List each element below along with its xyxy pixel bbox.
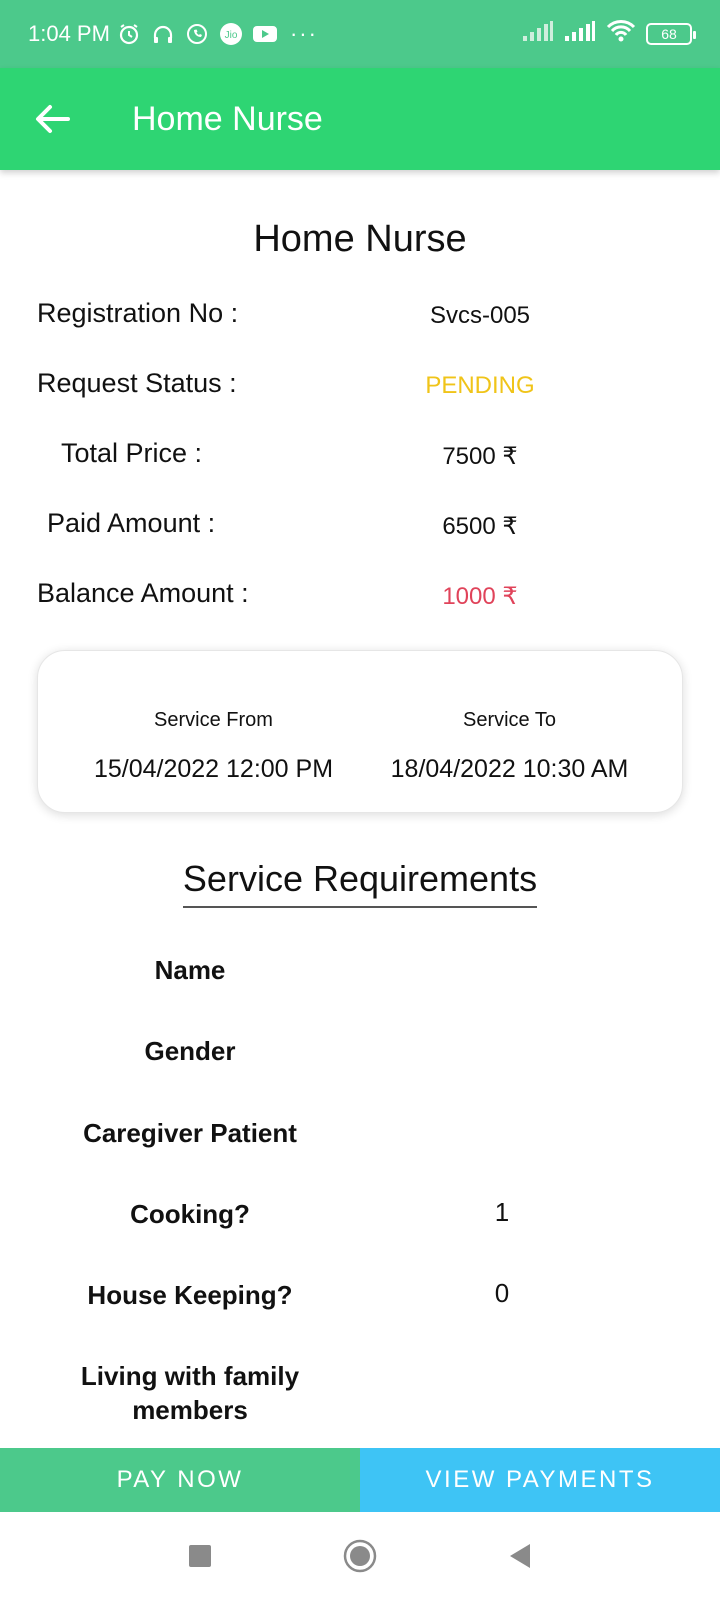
home-button[interactable] — [280, 1512, 440, 1600]
home-circle-icon — [343, 1539, 377, 1573]
balance-amount-value: 1000 ₹ — [442, 583, 518, 610]
service-from: Service From 15/04/2022 12:00 PM — [52, 651, 375, 814]
main-content[interactable]: Home Nurse Registration No : Svcs-005 Re… — [0, 170, 720, 1448]
alarm-icon — [116, 21, 142, 47]
battery-icon: 68 — [646, 23, 696, 45]
service-period-card: Service From 15/04/2022 12:00 PM Service… — [37, 650, 683, 813]
recents-square-icon — [189, 1545, 211, 1567]
whatsapp-icon — [184, 21, 210, 47]
requirement-label-gender: Gender — [144, 1036, 236, 1066]
arrow-left-icon — [36, 105, 70, 133]
back-triangle-icon — [510, 1544, 530, 1568]
paid-amount-label: Paid Amount : — [47, 508, 216, 538]
jio-icon: Jio — [218, 21, 244, 47]
status-system-icons: 68 — [522, 19, 696, 49]
status-bar: 1:04 PM Jio ··· 68 — [0, 0, 720, 68]
bottom-action-bar: PAY NOW VIEW PAYMENTS — [0, 1448, 720, 1512]
status-more-indicator: ··· — [289, 21, 318, 46]
service-to: Service To 18/04/2022 10:30 AM — [348, 651, 671, 814]
registration-label: Registration No : — [37, 298, 239, 328]
registration-value: Svcs-005 — [429, 302, 531, 329]
requirement-value-cooking: 1 — [494, 1197, 510, 1227]
request-status-label: Request Status : — [37, 368, 237, 398]
back-nav-button[interactable] — [440, 1512, 600, 1600]
wifi-icon — [606, 19, 636, 49]
service-to-label: Service To — [462, 709, 556, 731]
page-title: Home Nurse — [253, 218, 467, 260]
requirement-label-cooking: Cooking? — [130, 1199, 250, 1229]
pay-now-button[interactable]: PAY NOW — [0, 1448, 360, 1512]
status-time: 1:04 PM — [28, 21, 110, 46]
signal-icon-1 — [522, 20, 554, 48]
request-status-value: PENDING — [425, 372, 535, 399]
signal-icon-2 — [564, 20, 596, 48]
back-button[interactable] — [22, 89, 82, 149]
service-from-value: 15/04/2022 12:00 PM — [93, 755, 334, 783]
app-bar-title: Home Nurse — [132, 99, 323, 138]
requirement-value-house-keeping: 0 — [494, 1278, 510, 1308]
requirement-label-living-with-family: Living with family members — [80, 1361, 300, 1425]
total-price-value: 7500 ₹ — [442, 443, 518, 470]
service-from-label: Service From — [154, 709, 273, 731]
view-payments-button[interactable]: VIEW PAYMENTS — [360, 1448, 720, 1512]
requirement-label-name: Name — [154, 955, 226, 985]
svg-text:Jio: Jio — [225, 30, 238, 41]
youtube-icon — [252, 21, 278, 47]
service-requirements-title: Service Requirements — [182, 858, 538, 908]
system-navigation-bar — [0, 1512, 720, 1600]
balance-amount-label: Balance Amount : — [37, 578, 249, 608]
paid-amount-value: 6500 ₹ — [442, 513, 518, 540]
service-requirements-heading: Service Requirements — [0, 858, 720, 908]
recents-button[interactable] — [120, 1512, 280, 1600]
requirement-label-caregiver-patient: Caregiver Patient — [83, 1118, 297, 1148]
total-price-label: Total Price : — [61, 438, 203, 468]
requirement-label-house-keeping: House Keeping? — [87, 1280, 293, 1310]
headphones-icon — [150, 21, 176, 47]
service-to-value: 18/04/2022 10:30 AM — [390, 755, 629, 783]
status-notification-icons: Jio — [116, 21, 278, 47]
app-bar: Home Nurse — [0, 68, 720, 170]
